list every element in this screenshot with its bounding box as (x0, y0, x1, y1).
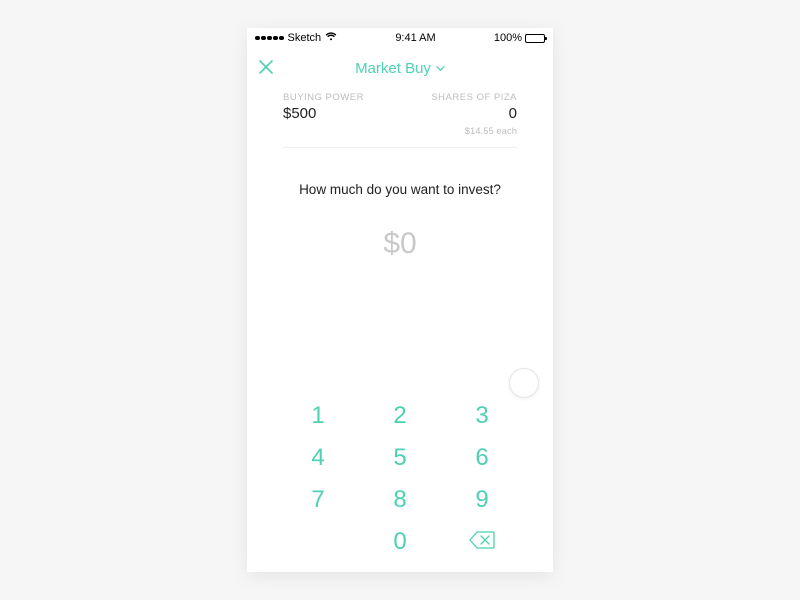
key-backspace[interactable] (441, 528, 523, 556)
shares-block: SHARES OF PIZA 0 $14.55 each (431, 92, 517, 137)
key-9[interactable]: 9 (441, 486, 523, 514)
buying-power-label: BUYING POWER (283, 92, 364, 103)
shares-label: SHARES OF PIZA (431, 92, 517, 103)
shares-value: 0 (509, 105, 517, 122)
backspace-icon (469, 528, 495, 556)
carrier-label: Sketch (288, 32, 322, 44)
floating-action-button[interactable] (509, 368, 539, 398)
nav-title-label: Market Buy (355, 60, 431, 77)
amount-display: $0 (247, 227, 553, 261)
key-6[interactable]: 6 (441, 444, 523, 472)
status-right: 100% (494, 32, 545, 44)
nav-header: Market Buy (247, 48, 553, 88)
price-each: $14.55 each (465, 126, 517, 137)
numeric-keypad: 1 2 3 4 5 6 7 8 9 0 (247, 384, 553, 562)
key-5[interactable]: 5 (359, 444, 441, 472)
buying-power-block: BUYING POWER $500 (283, 92, 364, 137)
signal-dots-icon (255, 36, 284, 41)
keypad-area: 1 2 3 4 5 6 7 8 9 0 (247, 384, 553, 572)
battery-icon (525, 34, 545, 43)
order-type-selector[interactable]: Market Buy (355, 60, 445, 77)
invest-prompt: How much do you want to invest? (247, 182, 553, 197)
key-1[interactable]: 1 (277, 402, 359, 430)
phone-frame: Sketch 9:41 AM 100% Market Buy BUYING PO… (247, 28, 553, 572)
key-3[interactable]: 3 (441, 402, 523, 430)
key-8[interactable]: 8 (359, 486, 441, 514)
key-2[interactable]: 2 (359, 402, 441, 430)
battery-percent: 100% (494, 32, 522, 44)
key-0[interactable]: 0 (359, 528, 441, 556)
key-7[interactable]: 7 (277, 486, 359, 514)
status-time: 9:41 AM (395, 32, 435, 44)
close-icon[interactable] (259, 58, 273, 79)
status-left: Sketch (255, 32, 337, 44)
buying-power-value: $500 (283, 105, 364, 122)
status-bar: Sketch 9:41 AM 100% (247, 28, 553, 48)
info-section: BUYING POWER $500 SHARES OF PIZA 0 $14.5… (247, 88, 553, 148)
wifi-icon (325, 32, 337, 44)
key-4[interactable]: 4 (277, 444, 359, 472)
chevron-down-icon (436, 60, 445, 77)
